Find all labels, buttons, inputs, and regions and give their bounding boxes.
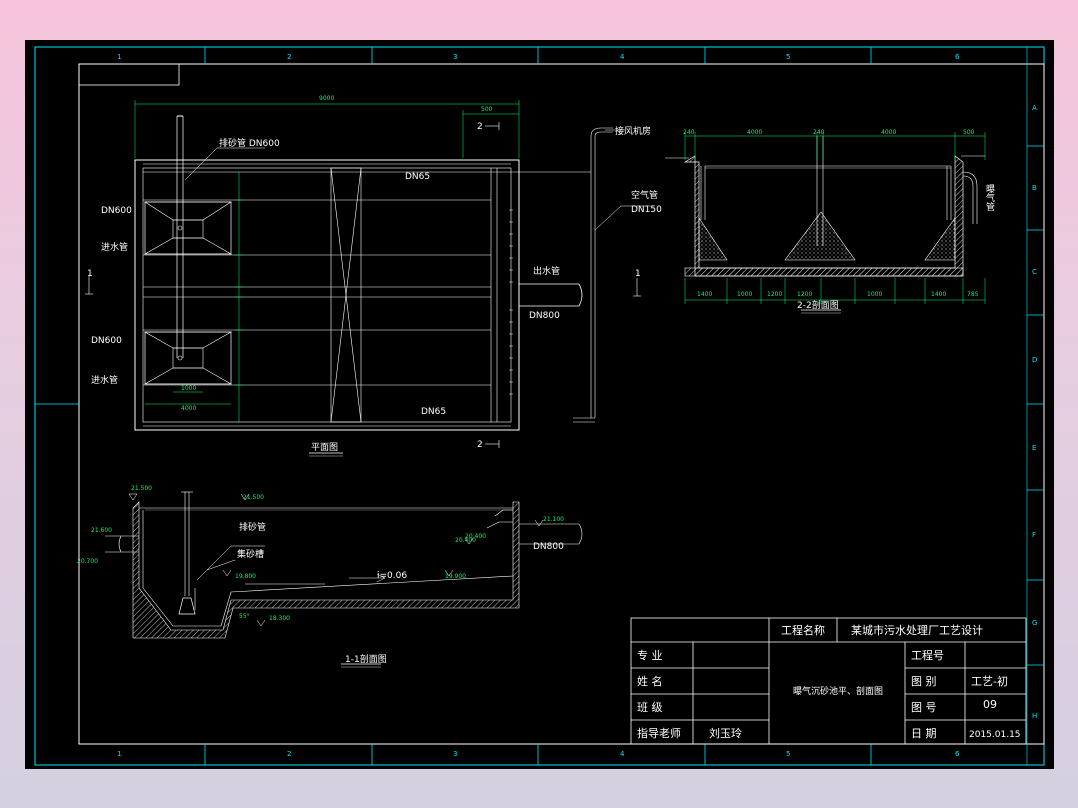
s22-bot-dim-4: 1200 <box>797 291 812 298</box>
elev-4: 20.700 <box>77 558 98 565</box>
label-air-pipe: 空气管 <box>631 189 658 201</box>
s22-bot-dim-6: 1400 <box>931 291 946 298</box>
tb-row-value-advisor: 刘玉玲 <box>709 727 742 740</box>
dim-right-top: 500 <box>481 106 493 113</box>
s22-bot-dim-5: 1000 <box>867 291 882 298</box>
s22-bot-dim-1: 1400 <box>697 291 712 298</box>
zone-bottom-5: 5 <box>786 750 790 758</box>
zone-right-H: H <box>1032 712 1037 720</box>
elev-8: 19.900 <box>445 573 466 580</box>
dim-overall: 9000 <box>319 95 334 102</box>
tb-row-label-major: 专 业 <box>637 648 663 662</box>
plan-caption: 平面图 <box>311 442 338 453</box>
s22-bot-dim-3: 1200 <box>767 291 782 298</box>
s11-caption: 1-1剖面图 <box>345 653 387 665</box>
s22-top-dim-2: 4000 <box>747 129 762 136</box>
tb-project-name: 某城市污水处理厂工艺设计 <box>851 623 983 637</box>
zone-top-6: 6 <box>955 53 960 61</box>
tb-right-label-category: 图 别 <box>911 675 937 688</box>
label-blower: 接风机房 <box>615 125 651 137</box>
tb-drawing-title: 曝气沉砂池平、剖面图 <box>793 685 883 697</box>
section-mark-2-bottom: 2 <box>477 440 483 450</box>
border-zone-labels: 1 2 3 4 5 6 1 2 3 4 5 6 A B C D E F G H <box>117 53 1037 758</box>
zone-right-B: B <box>1032 184 1037 192</box>
zone-top-2: 2 <box>287 53 291 61</box>
zone-top-3: 3 <box>453 53 457 61</box>
cad-drawing-sheet: 1 2 3 4 5 6 1 2 3 4 5 6 A B C D E F G H <box>25 40 1054 769</box>
tb-right-label-date: 日 期 <box>911 727 937 740</box>
label-dn65-bottom: DN65 <box>421 407 446 417</box>
zone-top-5: 5 <box>786 53 790 61</box>
title-block-small-text: 曝气沉砂池平、剖面图 2015.01.15 <box>793 685 1021 740</box>
s22-aerator-label: 曝气管 <box>984 184 995 211</box>
s22-bot-dim-2: 1000 <box>737 291 752 298</box>
s11-slope-label: i=0.06 <box>377 571 407 581</box>
s22-top-dim-3: 240 <box>813 129 825 136</box>
label-dn65-top: DN65 <box>405 172 430 182</box>
elev-5: 21.100 <box>543 516 564 523</box>
zone-bottom-2: 2 <box>287 750 291 758</box>
zone-right-C: C <box>1032 268 1037 276</box>
label-outlet-dn: DN800 <box>529 311 560 321</box>
zone-right-G: G <box>1032 619 1037 627</box>
zone-bottom-6: 6 <box>955 750 960 758</box>
elev-3: 21.600 <box>91 527 112 534</box>
tb-row-label-class: 班 级 <box>637 701 663 714</box>
s22-top-dim-5: 500 <box>963 129 975 136</box>
label-inlet-dn-2: DN600 <box>91 336 122 346</box>
tb-project-name-label: 工程名称 <box>781 623 825 637</box>
s22-caption: 2-2剖面图 <box>797 299 839 311</box>
section-mark-1-left: 1 <box>87 269 93 279</box>
s22-top-dim-4: 4000 <box>881 129 896 136</box>
plan-dimensions <box>134 100 520 422</box>
zone-bottom-4: 4 <box>620 750 625 758</box>
drawing-canvas: 1 2 3 4 5 6 1 2 3 4 5 6 A B C D E F G H <box>34 46 1045 766</box>
elev-10: 18.300 <box>269 615 290 622</box>
zone-bottom-1: 1 <box>117 750 121 758</box>
tb-right-label-drawing-no: 图 号 <box>911 701 937 714</box>
section-mark-1-right: 1 <box>635 269 641 279</box>
tb-row-label-advisor: 指导老师 <box>637 726 681 740</box>
plan-view <box>85 115 653 457</box>
label-inlet-1: 进水管 <box>101 241 128 253</box>
tb-row-label-name: 姓 名 <box>637 674 663 688</box>
s22-bot-dim-7: 785 <box>967 291 979 298</box>
angle-label: 55° <box>239 613 250 620</box>
section-2-2 <box>665 136 985 314</box>
zone-right-E: E <box>1032 444 1036 452</box>
label-inlet-dn-1: DN600 <box>101 206 132 216</box>
dim-hopper-w2: 4000 <box>181 405 196 412</box>
s11-sand-pipe-label: 排砂管 <box>239 521 266 533</box>
zone-right-F: F <box>1032 531 1036 539</box>
s11-outlet-dn: DN800 <box>533 542 564 552</box>
section-mark-2-top: 2 <box>477 122 483 132</box>
s11-sand-pump-label: 集砂槽 <box>237 548 264 560</box>
s22-top-dim-1: 240 <box>683 129 695 136</box>
dim-hopper-w1: 1000 <box>181 385 196 392</box>
zone-bottom-3: 3 <box>453 750 457 758</box>
zone-top-4: 4 <box>620 53 625 61</box>
elev-7: 20.400 <box>455 537 476 544</box>
tb-right-label-project-no: 工程号 <box>911 649 944 662</box>
tb-right-value-date: 2015.01.15 <box>969 730 1021 740</box>
label-inlet-2: 进水管 <box>91 374 118 386</box>
section-1-1 <box>105 491 583 668</box>
section-2-2-dimensions <box>684 132 986 304</box>
zone-right-D: D <box>1032 356 1037 364</box>
zone-top-1: 1 <box>117 53 121 61</box>
tb-right-value-category: 工艺-初 <box>971 674 1008 688</box>
label-outlet: 出水管 <box>533 265 560 277</box>
label-air-dn: DN150 <box>631 205 662 215</box>
zone-right-A: A <box>1032 104 1037 112</box>
label-sand-pipe: 排砂管 DN600 <box>219 137 280 149</box>
plan-labels: 排砂管 DN600 DN65 DN65 空气管 DN150 接风机房 出水管 D… <box>87 122 662 453</box>
elev-9: 19.800 <box>235 573 256 580</box>
elev-2: 21.500 <box>243 494 264 501</box>
tb-right-value-drawing-no: 09 <box>983 698 997 711</box>
elev-1: 21.500 <box>131 485 152 492</box>
